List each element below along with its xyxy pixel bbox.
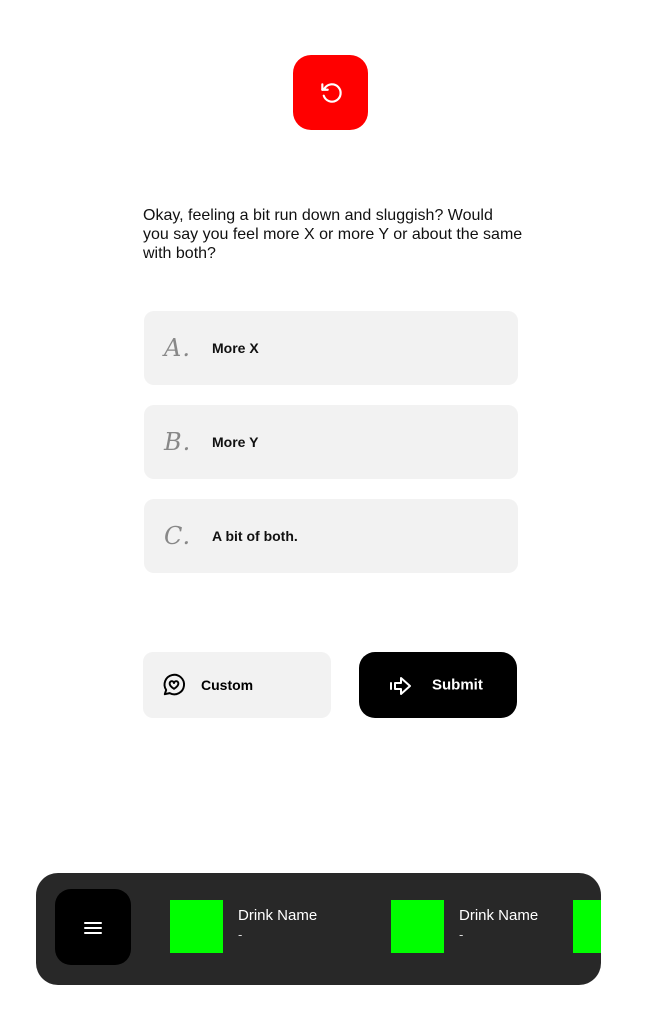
question-text: Okay, feeling a bit run down and sluggis… xyxy=(143,207,523,262)
rotate-ccw-icon xyxy=(320,82,342,103)
drink-swatch xyxy=(170,900,223,953)
drink-name: Drink Name xyxy=(238,907,318,924)
option-c[interactable]: C. A bit of both. xyxy=(144,499,518,573)
quiz-page: Okay, feeling a bit run down and sluggis… xyxy=(0,0,661,1020)
bottom-bar: Drink Name - Drink Name - xyxy=(36,873,601,985)
drink-subtitle: - xyxy=(459,927,464,942)
option-letter: C. xyxy=(164,522,192,550)
drink-name: Drink Name xyxy=(459,907,539,924)
hamburger-menu-icon xyxy=(84,922,102,934)
option-b[interactable]: B. More Y xyxy=(144,405,518,479)
menu-button[interactable] xyxy=(55,889,131,965)
option-letter: B. xyxy=(164,428,192,456)
drink-swatch xyxy=(573,900,601,953)
custom-button[interactable]: Custom xyxy=(143,652,331,718)
submit-button[interactable]: Submit xyxy=(359,652,517,718)
option-letter: A. xyxy=(164,334,191,362)
option-label: More Y xyxy=(212,434,259,450)
drink-item[interactable] xyxy=(573,900,601,953)
option-a[interactable]: A. More X xyxy=(144,311,518,385)
custom-button-label: Custom xyxy=(201,677,254,693)
reset-button[interactable] xyxy=(293,55,368,130)
submit-button-label: Submit xyxy=(432,676,483,694)
option-label: More X xyxy=(212,340,259,356)
drink-item[interactable]: Drink Name - xyxy=(391,900,591,953)
message-heart-icon xyxy=(163,673,186,696)
drink-item[interactable]: Drink Name - xyxy=(170,900,370,953)
arrow-right-icon xyxy=(390,677,411,695)
drink-swatch xyxy=(391,900,444,953)
drink-subtitle: - xyxy=(238,927,243,942)
option-label: A bit of both. xyxy=(212,528,298,544)
